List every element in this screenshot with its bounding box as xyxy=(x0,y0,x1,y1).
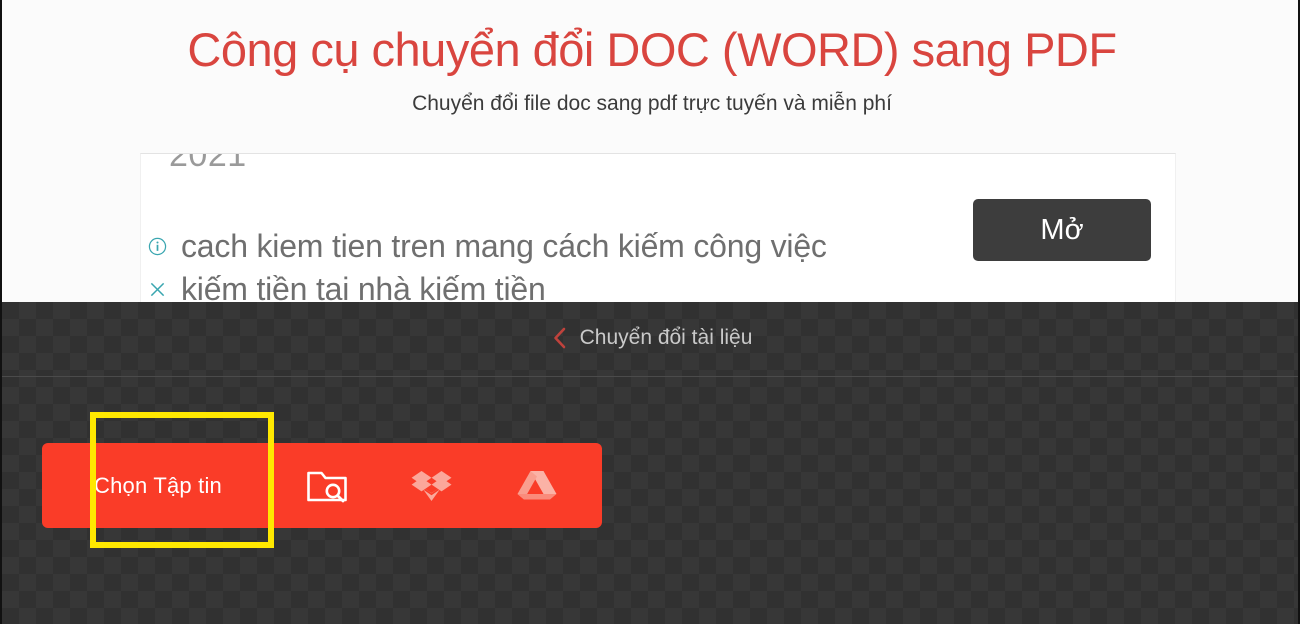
page-subtitle: Chuyển đổi file doc sang pdf trực tuyến … xyxy=(412,92,892,115)
suggestion-text: cach kiem tien tren mang cách kiếm công … xyxy=(181,228,827,264)
screenshot-root: Công cụ chuyển đổi DOC (WORD) sang PDF C… xyxy=(0,0,1300,624)
breadcrumb: Chuyển đổi tài liệu xyxy=(2,326,1298,350)
folder-search-icon[interactable] xyxy=(304,463,350,509)
back-chevron-icon[interactable] xyxy=(552,326,568,350)
file-source-icons xyxy=(274,463,602,509)
page-header-area: Công cụ chuyển đổi DOC (WORD) sang PDF C… xyxy=(2,0,1298,302)
info-icon xyxy=(147,237,167,257)
google-drive-icon[interactable] xyxy=(514,463,560,509)
page-title: Công cụ chuyển đổi DOC (WORD) sang PDF xyxy=(187,23,1117,76)
suggestion-text: kiếm tiền tại nhà kiếm tiền xyxy=(181,271,546,302)
close-icon[interactable] xyxy=(147,280,167,300)
choose-file-button[interactable]: Chọn Tập tin xyxy=(42,443,602,528)
suggestion-panel: 2021 cach kiem tien tren mang cách kiếm … xyxy=(140,153,1176,302)
section-divider xyxy=(2,376,1298,377)
breadcrumb-label[interactable]: Chuyển đổi tài liệu xyxy=(580,326,753,350)
open-button[interactable]: Mở xyxy=(973,199,1151,261)
choose-file-label: Chọn Tập tin xyxy=(94,472,222,498)
dropbox-icon[interactable] xyxy=(409,463,455,509)
suggestion-row[interactable]: kiếm tiền tại nhà kiếm tiền xyxy=(147,271,546,302)
suggestion-row[interactable]: cach kiem tien tren mang cách kiếm công … xyxy=(147,228,827,265)
clipped-year-text: 2021 xyxy=(169,153,247,174)
converter-area: Chuyển đổi tài liệu Chọn Tập tin xyxy=(2,302,1298,624)
